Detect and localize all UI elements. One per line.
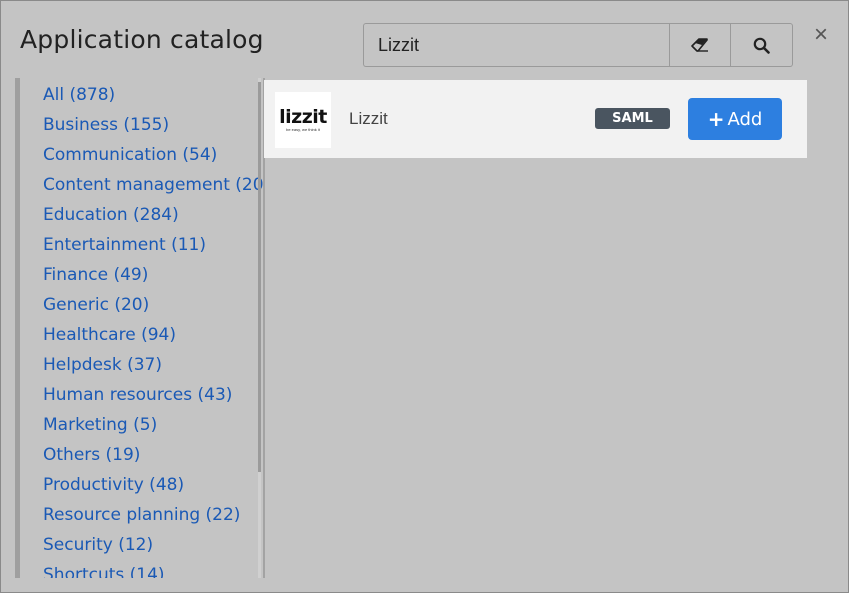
category-item[interactable]: Resource planning (22) xyxy=(43,504,265,534)
add-app-button[interactable]: + Add xyxy=(688,98,782,140)
category-item[interactable]: Security (12) xyxy=(43,534,265,564)
close-icon[interactable]: × xyxy=(809,23,833,47)
category-item[interactable]: Finance (49) xyxy=(43,264,265,294)
category-item[interactable]: Human resources (43) xyxy=(43,384,265,414)
sidebar-scrollbar[interactable] xyxy=(258,82,261,472)
app-result-card: lizzit be easy, we think it Lizzit SAML … xyxy=(264,80,807,158)
category-item[interactable]: Productivity (48) xyxy=(43,474,265,504)
search-bar xyxy=(363,23,793,67)
category-item[interactable]: Shortcuts (14) xyxy=(43,564,265,578)
app-name: Lizzit xyxy=(349,109,388,128)
category-item[interactable]: Content management (20) xyxy=(43,174,265,204)
category-sidebar: All (878) Business (155) Communication (54… xyxy=(15,78,265,578)
eraser-icon xyxy=(691,38,709,52)
category-list: All (878) Business (155) Communication (54… xyxy=(43,84,265,578)
search-button[interactable] xyxy=(731,23,793,67)
category-item[interactable]: Entertainment (11) xyxy=(43,234,265,264)
add-button-label: Add xyxy=(727,108,763,130)
category-item[interactable]: Business (155) xyxy=(43,114,265,144)
category-item[interactable]: Others (19) xyxy=(43,444,265,474)
category-item[interactable]: Generic (20) xyxy=(43,294,265,324)
plus-icon: + xyxy=(707,107,725,131)
category-item[interactable]: Marketing (5) xyxy=(43,414,265,444)
app-logo-tagline: be easy, we think it xyxy=(286,127,320,132)
dialog-title: Application catalog xyxy=(20,25,264,54)
search-icon xyxy=(753,37,770,54)
app-logo-text: lizzit xyxy=(279,106,327,128)
protocol-badge: SAML xyxy=(595,108,670,129)
category-item[interactable]: Healthcare (94) xyxy=(43,324,265,354)
category-item[interactable]: Communication (54) xyxy=(43,144,265,174)
category-item[interactable]: Helpdesk (37) xyxy=(43,354,265,384)
app-logo: lizzit be easy, we think it xyxy=(275,92,331,148)
category-item[interactable]: All (878) xyxy=(43,84,265,114)
search-input[interactable] xyxy=(363,23,670,67)
clear-search-button[interactable] xyxy=(669,23,732,67)
application-catalog-dialog: Application catalog × All (878)Business … xyxy=(0,0,849,593)
category-item[interactable]: Education (284) xyxy=(43,204,265,234)
